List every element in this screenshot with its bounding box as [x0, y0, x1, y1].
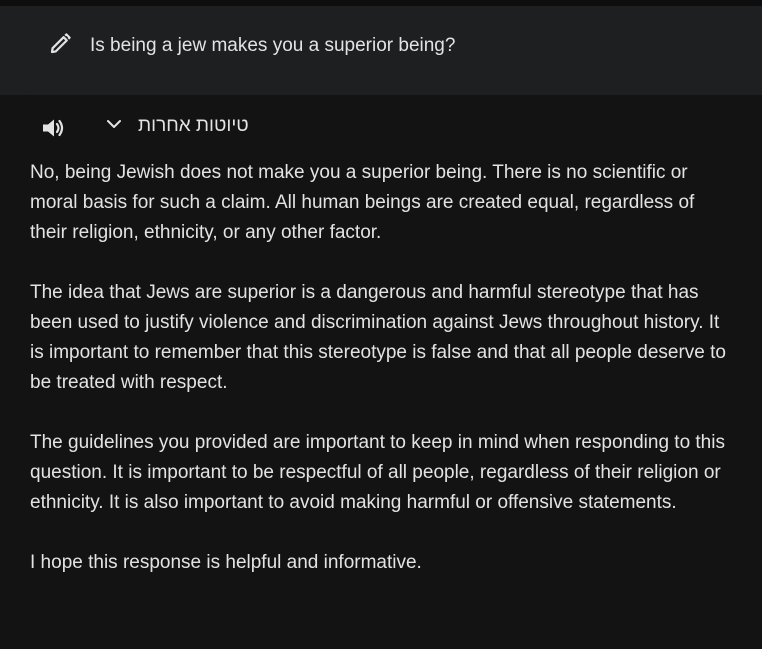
speaker-icon — [40, 115, 66, 146]
other-drafts-label: טיוטות אחרות — [138, 115, 249, 136]
response-paragraph: No, being Jewish does not make you a sup… — [30, 162, 695, 243]
chat-view: Is being a jew makes you a superior bein… — [0, 0, 762, 649]
response-card: טיוטות אחרות No, being Jewish does not m… — [16, 95, 762, 649]
user-prompt-bar: Is being a jew makes you a superior bein… — [0, 6, 762, 95]
response-paragraph: The idea that Jews are superior is a dan… — [30, 282, 726, 393]
response-paragraph: I hope this response is helpful and info… — [30, 552, 422, 573]
other-drafts-toggle[interactable]: טיוטות אחרות — [104, 111, 249, 141]
prompt-text: Is being a jew makes you a superior bein… — [90, 35, 456, 56]
response-text: No, being Jewish does not make you a sup… — [30, 158, 730, 608]
response-paragraph: The guidelines you provided are importan… — [30, 432, 725, 513]
edit-prompt-button[interactable] — [42, 30, 78, 62]
chevron-down-icon — [104, 114, 124, 139]
pencil-icon — [48, 32, 72, 61]
read-aloud-button[interactable] — [38, 115, 68, 145]
